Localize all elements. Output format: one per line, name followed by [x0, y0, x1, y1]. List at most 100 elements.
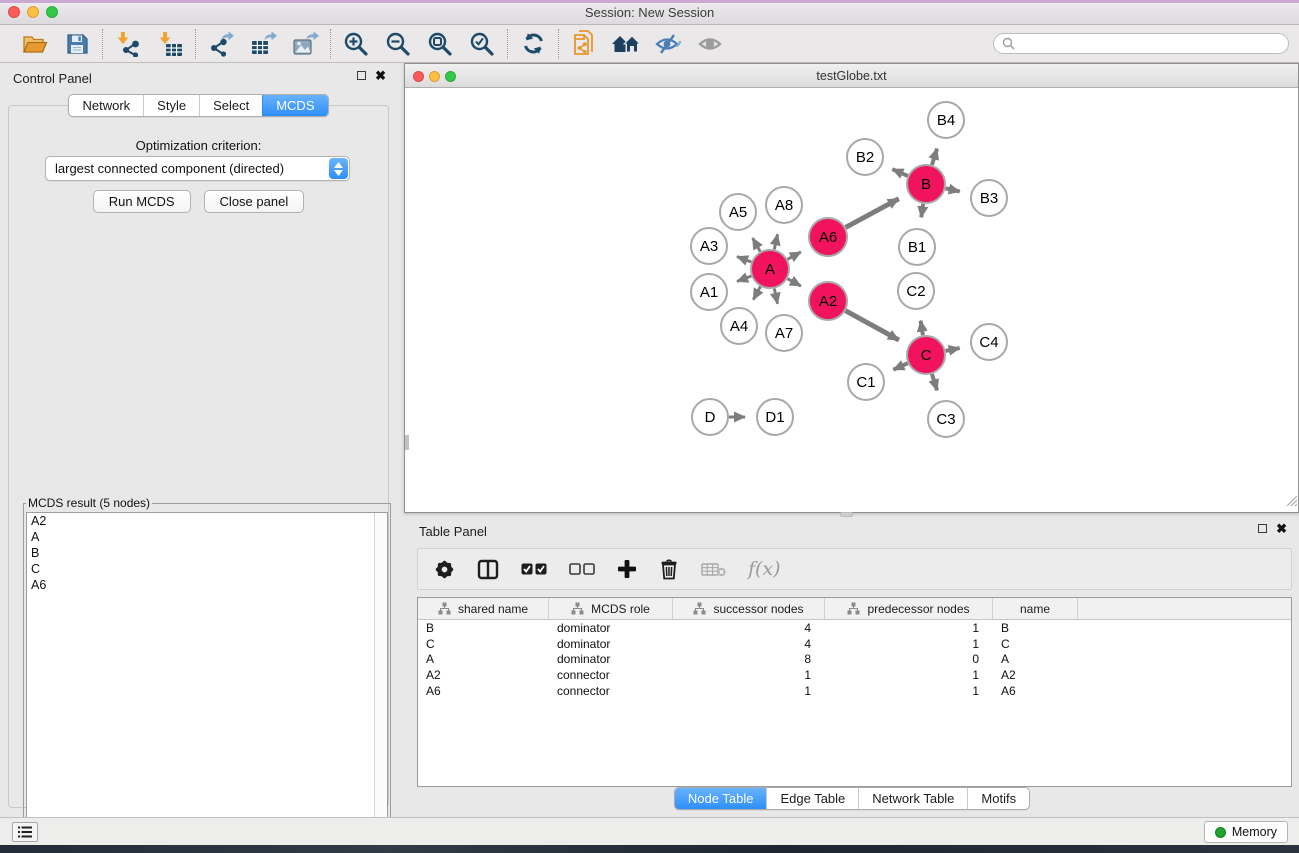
mcds-result-item[interactable]: A — [27, 529, 387, 545]
select-all-icon[interactable] — [521, 563, 547, 575]
control-panel-tabs: NetworkStyleSelectMCDS — [68, 94, 328, 117]
delete-column-trash-icon[interactable] — [659, 558, 679, 580]
result-scrollbar[interactable] — [374, 513, 387, 837]
graph-edge-A-A5[interactable] — [753, 238, 761, 251]
table-row[interactable]: Cdominator41C — [418, 636, 1291, 652]
tab-select[interactable]: Select — [199, 95, 262, 116]
table-row[interactable]: A6connector11A6 — [418, 683, 1291, 699]
node-table[interactable]: shared name MCDS role successor nodes pr… — [417, 597, 1292, 787]
graph-edge-C-C1[interactable] — [893, 363, 907, 369]
mcds-result-item[interactable]: C — [27, 561, 387, 577]
graph-node-label: A7 — [775, 325, 793, 342]
float-panel-icon[interactable] — [357, 71, 366, 80]
search-field[interactable] — [993, 33, 1289, 54]
canvas-scroll-thumb[interactable] — [405, 435, 409, 450]
zoom-in-icon[interactable] — [340, 29, 372, 59]
graph-edge-A-A2[interactable] — [788, 279, 801, 286]
graph-node-label: C — [921, 347, 932, 364]
run-mcds-button[interactable]: Run MCDS — [93, 190, 191, 213]
graph-edge-B-B4[interactable] — [932, 149, 937, 165]
mcds-result-item[interactable]: B — [27, 545, 387, 561]
table-row[interactable]: Adominator80A — [418, 652, 1291, 668]
graph-edge-A6-B[interactable] — [846, 199, 899, 228]
column-header-mcds-role[interactable]: MCDS role — [549, 598, 673, 619]
graph-edge-A-A8[interactable] — [774, 234, 777, 249]
close-panel-icon[interactable]: ✖ — [375, 71, 386, 80]
graph-edge-A-A6[interactable] — [788, 252, 801, 259]
refresh-icon[interactable] — [517, 29, 549, 59]
table-cell: 1 — [825, 684, 993, 698]
close-panel-button[interactable]: Close panel — [204, 190, 305, 213]
settings-gear-icon[interactable] — [434, 559, 455, 580]
zoom-selected-icon[interactable] — [466, 29, 498, 59]
table-panel-title: Table Panel — [419, 524, 487, 539]
column-header-name[interactable]: name — [993, 598, 1078, 619]
app-window: Session: New Session — [0, 0, 1299, 845]
graph-edge-B-B2[interactable] — [892, 169, 907, 176]
open-session-icon[interactable] — [19, 29, 51, 59]
mcds-result-box: MCDS result (5 nodes) A2ABCA6 — [23, 496, 391, 842]
search-icon — [1002, 37, 1015, 50]
task-history-button[interactable] — [12, 822, 38, 842]
tab-edge-table[interactable]: Edge Table — [766, 788, 858, 809]
clone-network-icon[interactable] — [568, 29, 600, 59]
mcds-result-item[interactable]: A2 — [27, 513, 387, 529]
table-header-row: shared name MCDS role successor nodes pr… — [418, 598, 1291, 620]
tab-node-table[interactable]: Node Table — [675, 788, 767, 809]
window-resize-grip[interactable] — [1284, 493, 1297, 511]
graph-edge-B-B3[interactable] — [946, 188, 960, 191]
column-header-successor-nodes[interactable]: successor nodes — [673, 598, 825, 619]
graph-edge-C-C4[interactable] — [946, 348, 960, 351]
column-header-shared-name[interactable]: shared name — [418, 598, 549, 619]
home-icon[interactable] — [610, 29, 642, 59]
tab-style[interactable]: Style — [143, 95, 199, 116]
graph-node-label: A3 — [700, 238, 718, 255]
network-canvas[interactable]: B4B2BB3B1A5A8A6A3AA1A2C2A4A7CC4C1C3DD1 — [405, 88, 1298, 512]
deselect-all-icon[interactable] — [569, 563, 595, 575]
graph-edge-A-A3[interactable] — [737, 257, 751, 262]
network-view-window: testGlobe.txt B4B2BB3B1A5A8A6A3AA1A2C2A4… — [404, 63, 1299, 513]
graph-node-label: C2 — [906, 283, 925, 300]
network-graph[interactable]: B4B2BB3B1A5A8A6A3AA1A2C2A4A7CC4C1C3DD1 — [405, 88, 1298, 512]
table-close-panel-icon[interactable]: ✖ — [1276, 524, 1287, 533]
graph-edge-C-C2[interactable] — [921, 321, 923, 336]
table-float-panel-icon[interactable] — [1258, 524, 1267, 533]
show-eye-icon[interactable] — [694, 29, 726, 59]
split-columns-icon[interactable] — [477, 559, 499, 580]
graph-edge-A-A1[interactable] — [737, 276, 751, 281]
graph-node-label: A6 — [819, 229, 837, 246]
control-panel-header: Control Panel ✖ — [2, 64, 395, 90]
save-session-icon[interactable] — [61, 29, 93, 59]
table-cell: B — [418, 621, 549, 635]
window-title: Session: New Session — [0, 5, 1299, 20]
table-cell: 1 — [825, 668, 993, 682]
graph-edge-C-C3[interactable] — [932, 374, 937, 390]
tab-network[interactable]: Network — [69, 95, 143, 116]
hide-selected-eye-slash-icon[interactable] — [652, 29, 684, 59]
zoom-out-icon[interactable] — [382, 29, 414, 59]
zoom-fit-icon[interactable] — [424, 29, 456, 59]
control-panel-body: Optimization criterion: largest connecte… — [8, 105, 389, 808]
export-table-icon[interactable] — [247, 29, 279, 59]
export-network-icon[interactable] — [205, 29, 237, 59]
export-image-icon[interactable] — [289, 29, 321, 59]
column-header-predecessor-nodes[interactable]: predecessor nodes — [825, 598, 993, 619]
graph-edge-B-B1[interactable] — [921, 204, 923, 218]
search-input[interactable] — [1020, 37, 1280, 51]
tab-network-table[interactable]: Network Table — [858, 788, 967, 809]
attribute-tree-icon — [847, 602, 860, 615]
tab-motifs[interactable]: Motifs — [967, 788, 1029, 809]
table-row[interactable]: Bdominator41B — [418, 620, 1291, 636]
table-row[interactable]: A2connector11A2 — [418, 667, 1291, 683]
graph-edge-A2-C[interactable] — [846, 311, 899, 340]
import-network-file-icon[interactable] — [112, 29, 144, 59]
mcds-result-list[interactable]: A2ABCA6 — [26, 512, 388, 838]
mcds-result-item[interactable]: A6 — [27, 577, 387, 593]
graph-edge-A-A7[interactable] — [774, 289, 777, 304]
optimization-dropdown[interactable]: largest connected component (directed) — [45, 156, 350, 181]
tab-mcds[interactable]: MCDS — [262, 95, 327, 116]
graph-edge-A-A4[interactable] — [753, 287, 760, 300]
add-column-icon[interactable] — [617, 559, 637, 579]
memory-button[interactable]: Memory — [1204, 821, 1288, 843]
import-table-file-icon[interactable] — [154, 29, 186, 59]
